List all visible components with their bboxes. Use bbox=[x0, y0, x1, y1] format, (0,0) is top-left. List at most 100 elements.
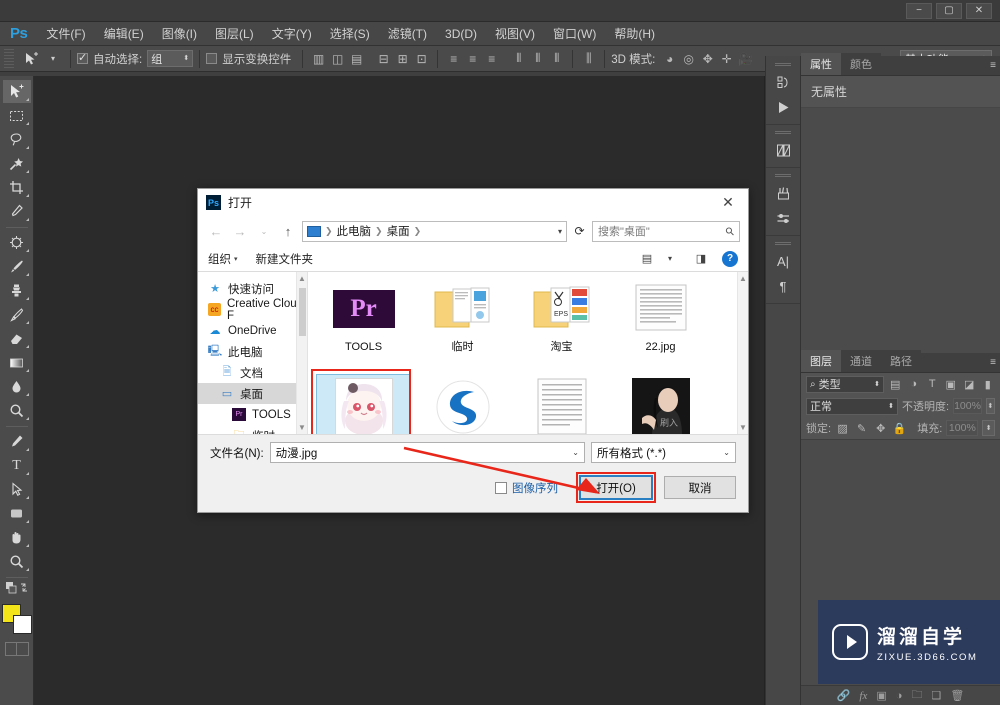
lock-transparent-icon[interactable]: ▨ bbox=[835, 420, 850, 437]
tool-eraser[interactable] bbox=[3, 327, 31, 350]
file-item-temp[interactable]: 临时 bbox=[413, 278, 512, 374]
align-distribute-panel-icon[interactable]: ⫼ bbox=[579, 50, 598, 68]
options-bar-grip[interactable] bbox=[4, 48, 14, 69]
fill-stepper[interactable]: ⬍ bbox=[982, 420, 996, 436]
scroll-up-arrow-icon[interactable]: ▲ bbox=[739, 274, 747, 283]
tool-rectangular-marquee[interactable] bbox=[3, 104, 31, 127]
filter-pixel-icon[interactable]: ▤ bbox=[888, 376, 903, 393]
menu-edit[interactable]: 编辑(E) bbox=[95, 22, 153, 46]
view-layout-icon[interactable]: ▤ bbox=[637, 250, 657, 268]
distribute-right-icon[interactable]: ⦀ bbox=[547, 50, 566, 68]
menu-3d[interactable]: 3D(D) bbox=[436, 22, 486, 46]
help-button[interactable]: ? bbox=[722, 250, 738, 267]
maximize-button[interactable]: ▢ bbox=[936, 2, 962, 19]
file-item-sogou[interactable]: 搜狗高速浏览器 bbox=[413, 374, 512, 434]
menu-layer[interactable]: 图层(L) bbox=[206, 22, 263, 46]
open-button[interactable]: 打开(O) bbox=[579, 475, 653, 500]
chevron-down-icon[interactable]: ▾ bbox=[660, 250, 680, 268]
recent-locations-button[interactable]: ⌄ bbox=[254, 220, 274, 242]
filter-toggle-icon[interactable]: ▮ bbox=[981, 376, 996, 393]
file-item-taobao[interactable]: EPS 淘宝 bbox=[512, 278, 611, 374]
3d-camera-icon[interactable]: 🎥 bbox=[736, 50, 755, 68]
sidebar-item-onedrive[interactable]: ☁ OneDrive bbox=[198, 320, 307, 341]
opacity-value[interactable]: 100% bbox=[953, 398, 982, 414]
filter-smart-icon[interactable]: ◪ bbox=[962, 376, 977, 393]
filter-type-icon[interactable]: T bbox=[925, 376, 940, 393]
layer-filter-type-dropdown[interactable]: ⌕ 类型 ⬍ bbox=[806, 375, 884, 393]
sidebar-item-creative-cloud[interactable]: cc Creative Cloud F bbox=[198, 298, 307, 322]
tool-eyedropper[interactable] bbox=[3, 200, 31, 223]
tool-rectangle-shape[interactable] bbox=[3, 502, 31, 525]
refresh-button[interactable]: ⟳ bbox=[571, 221, 588, 242]
file-item-anime-selected[interactable]: 动漫.jpg bbox=[311, 369, 413, 434]
panel-menu-icon[interactable]: ≡ bbox=[990, 60, 996, 71]
blend-mode-dropdown[interactable]: 正常 ⬍ bbox=[806, 397, 898, 415]
breadcrumb-this-pc[interactable]: 此电脑 bbox=[337, 223, 372, 239]
brush-preset-icon[interactable] bbox=[770, 181, 796, 206]
align-right-edges-icon[interactable]: ▤ bbox=[347, 50, 366, 68]
menu-help[interactable]: 帮助(H) bbox=[605, 22, 664, 46]
align-vertical-centers-icon[interactable]: ⊞ bbox=[393, 50, 412, 68]
close-button[interactable]: ✕ bbox=[966, 2, 992, 19]
tool-blur[interactable] bbox=[3, 375, 31, 398]
show-transform-checkbox[interactable] bbox=[206, 53, 218, 64]
tool-path-selection[interactable] bbox=[3, 478, 31, 501]
menu-view[interactable]: 视图(V) bbox=[486, 22, 544, 46]
menu-filter[interactable]: 滤镜(T) bbox=[379, 22, 436, 46]
scroll-up-arrow-icon[interactable]: ▲ bbox=[298, 274, 306, 283]
distribute-left-icon[interactable]: ⦀ bbox=[509, 50, 528, 68]
file-list-scrollbar[interactable]: ▲ ▼ bbox=[737, 272, 748, 434]
align-bottom-edges-icon[interactable]: ⊡ bbox=[412, 50, 431, 68]
sidebar-item-quick-access[interactable]: ★ 快速访问 bbox=[198, 278, 307, 299]
color-swatches[interactable] bbox=[1, 604, 32, 634]
tool-zoom[interactable] bbox=[3, 550, 31, 573]
tab-properties[interactable]: 属性 bbox=[801, 53, 841, 75]
search-input[interactable]: 搜索"桌面" ⚲ bbox=[592, 220, 740, 242]
align-horizontal-centers-icon[interactable]: ◫ bbox=[328, 50, 347, 68]
paragraph-icon[interactable]: ¶ bbox=[770, 274, 796, 299]
tool-dodge[interactable] bbox=[3, 399, 31, 422]
tab-layers[interactable]: 图层 bbox=[801, 350, 841, 372]
sidebar-item-documents[interactable]: 🗎 文档 bbox=[198, 362, 307, 383]
chevron-down-icon[interactable]: ⌄ bbox=[572, 448, 579, 457]
tool-clone-stamp[interactable] bbox=[3, 279, 31, 302]
link-layers-icon[interactable]: 🔗 bbox=[837, 689, 851, 702]
3d-slide-icon[interactable]: ✛ bbox=[717, 50, 736, 68]
sidebar-item-temp[interactable]: 🗀 临时 bbox=[198, 425, 307, 434]
actions-play-icon[interactable] bbox=[770, 95, 796, 120]
lock-all-icon[interactable]: 🔒 bbox=[892, 420, 907, 437]
chevron-down-icon[interactable]: ▾ bbox=[558, 227, 562, 236]
scroll-down-arrow-icon[interactable]: ▼ bbox=[298, 423, 306, 432]
fill-value[interactable]: 100% bbox=[946, 420, 979, 436]
layer-mask-icon[interactable]: ▣ bbox=[876, 689, 886, 702]
filter-adjust-icon[interactable]: ◑ bbox=[907, 376, 922, 393]
tab-channels[interactable]: 通道 bbox=[841, 350, 881, 372]
dialog-close-button[interactable]: ✕ bbox=[708, 189, 748, 216]
quick-mask-toggle-icon[interactable] bbox=[4, 642, 29, 656]
image-sequence-checkbox[interactable] bbox=[495, 481, 507, 494]
tab-color[interactable]: 颜色 bbox=[841, 53, 881, 75]
minimize-button[interactable]: − bbox=[906, 2, 932, 19]
up-one-level-button[interactable]: ↑ bbox=[278, 220, 298, 242]
sidebar-item-this-pc[interactable]: 🖳 此电脑 bbox=[198, 341, 307, 362]
delete-layer-icon[interactable]: 🗑 bbox=[950, 689, 964, 702]
background-color-swatch[interactable] bbox=[12, 615, 32, 634]
image-sequence-option[interactable]: 图像序列 bbox=[495, 480, 558, 496]
tool-spot-healing-brush[interactable] bbox=[3, 231, 31, 254]
preview-pane-icon[interactable]: ◨ bbox=[691, 250, 711, 268]
new-layer-icon[interactable]: ❑ bbox=[931, 689, 941, 702]
menu-file[interactable]: 文件(F) bbox=[37, 22, 94, 46]
new-group-icon[interactable]: 🗀 bbox=[911, 686, 922, 705]
tab-paths[interactable]: 路径 bbox=[881, 350, 921, 372]
panel-menu-icon[interactable]: ≡ bbox=[990, 357, 996, 368]
menu-type[interactable]: 文字(Y) bbox=[263, 22, 321, 46]
chevron-down-icon[interactable]: ⌄ bbox=[723, 448, 730, 457]
menu-window[interactable]: 窗口(W) bbox=[544, 22, 605, 46]
file-item-tools[interactable]: Pr TOOLS bbox=[314, 278, 413, 374]
scroll-down-arrow-icon[interactable]: ▼ bbox=[739, 423, 747, 432]
file-item-22jpg[interactable]: 22.jpg bbox=[611, 278, 710, 374]
file-list-view[interactable]: Pr TOOLS 临时 EPS 淘宝 22.jpg 刷入 ▲ ▼ bbox=[308, 272, 748, 434]
adjustment-layer-icon[interactable]: ◑ bbox=[896, 690, 903, 702]
sidebar-item-tools[interactable]: Pr TOOLS bbox=[198, 404, 307, 425]
address-breadcrumb-bar[interactable]: ❯ 此电脑 ❯ 桌面 ❯ ▾ bbox=[302, 220, 567, 242]
